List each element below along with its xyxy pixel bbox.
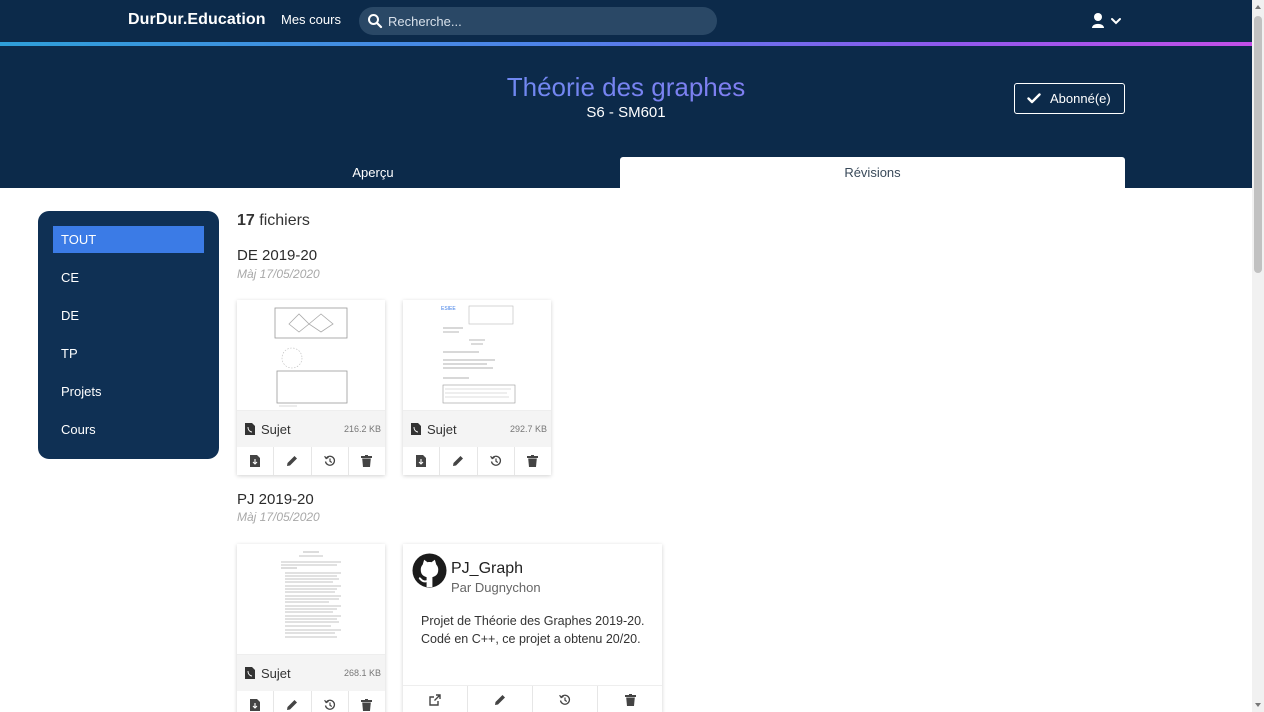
user-icon [1092, 13, 1121, 28]
file-card[interactable]: ESIEE Sujet 292.7 KB [403, 300, 551, 475]
download-button[interactable] [403, 447, 441, 475]
document-thumbnail[interactable] [237, 300, 385, 411]
repo-card[interactable]: PJ_Graph Par Dugnychon Projet de Théorie… [403, 544, 662, 712]
file-card[interactable]: Sujet 216.2 KB [237, 300, 385, 475]
pencil-icon [495, 694, 505, 705]
file-count-number: 17 [237, 212, 255, 229]
pdf-file-icon [245, 423, 255, 435]
course-header: Théorie des graphes S6 - SM601 Abonné(e)… [0, 46, 1252, 188]
delete-button[interactable] [349, 691, 385, 712]
sidebar-item-ce[interactable]: CE [53, 264, 204, 291]
download-icon [250, 699, 261, 711]
open-external-button[interactable] [403, 686, 468, 712]
edit-button[interactable] [274, 447, 312, 475]
delete-button[interactable] [598, 686, 662, 712]
vertical-scrollbar[interactable] [1252, 0, 1264, 712]
history-button[interactable] [478, 447, 515, 475]
document-thumbnail[interactable]: ESIEE [403, 300, 551, 411]
pencil-icon [287, 456, 298, 466]
sidebar-item-cours[interactable]: Cours [53, 416, 204, 443]
pdf-file-icon [411, 423, 421, 435]
file-size: 216.2 KB [343, 424, 381, 434]
history-button[interactable] [312, 691, 349, 712]
subscribe-button[interactable]: Abonné(e) [1014, 83, 1125, 114]
tab-revisions[interactable]: Révisions [620, 157, 1125, 188]
file-label: Sujet [261, 422, 291, 437]
subscribe-label: Abonné(e) [1050, 91, 1111, 106]
trash-icon [361, 455, 373, 467]
delete-button[interactable] [515, 447, 551, 475]
download-icon [250, 455, 261, 467]
file-size: 268.1 KB [343, 668, 381, 678]
brand-logo-text[interactable]: DurDur.Education [128, 11, 266, 29]
pencil-icon [287, 700, 298, 710]
top-navbar: DurDur.Education Mes cours [0, 0, 1252, 42]
search-icon [368, 14, 383, 29]
scrollbar-thumb[interactable] [1254, 16, 1262, 273]
delete-button[interactable] [349, 447, 385, 475]
document-thumbnail[interactable] [237, 544, 385, 655]
download-button[interactable] [237, 447, 275, 475]
history-icon [323, 455, 335, 466]
history-button[interactable] [533, 686, 598, 712]
history-icon [489, 455, 501, 466]
repo-description: Projet de Théorie des Graphes 2019-20. C… [421, 614, 645, 646]
repo-name[interactable]: PJ_Graph [451, 560, 523, 578]
file-size: 292.7 KB [509, 424, 547, 434]
file-card[interactable]: Sujet 268.1 KB [237, 544, 385, 712]
file-label: Sujet [261, 666, 291, 681]
section-title: DE 2019-20 [237, 247, 318, 264]
scroll-up-arrow-icon[interactable] [1254, 3, 1262, 11]
trash-icon [527, 455, 539, 467]
pdf-file-icon [245, 667, 255, 679]
file-label: Sujet [427, 422, 457, 437]
download-icon [416, 455, 427, 467]
edit-button[interactable] [468, 686, 533, 712]
file-count-label: fichiers [259, 212, 310, 229]
github-icon [412, 553, 447, 588]
trash-icon [361, 699, 373, 711]
history-icon [559, 694, 571, 705]
tab-apercu[interactable]: Aperçu [127, 157, 619, 188]
external-link-icon [429, 693, 441, 706]
svg-text:ESIEE: ESIEE [441, 306, 456, 312]
user-menu-button[interactable] [1090, 11, 1124, 31]
file-count: 17 fichiers [237, 212, 310, 230]
sidebar-item-tp[interactable]: TP [53, 340, 204, 367]
download-button[interactable] [237, 691, 275, 712]
trash-icon [624, 693, 636, 706]
history-button[interactable] [312, 447, 349, 475]
section-title: PJ 2019-20 [237, 491, 314, 508]
category-sidebar: TOUT CE DE TP Projets Cours [38, 211, 219, 459]
edit-button[interactable] [440, 447, 478, 475]
sidebar-item-tout[interactable]: TOUT [53, 226, 204, 253]
search-input[interactable] [388, 11, 708, 31]
sidebar-item-projets[interactable]: Projets [53, 378, 204, 405]
repo-author: Par Dugnychon [451, 580, 541, 595]
scroll-down-arrow-icon[interactable] [1254, 701, 1262, 709]
check-icon [1027, 93, 1041, 104]
history-icon [323, 699, 335, 710]
section-date: Màj 17/05/2020 [237, 267, 320, 281]
edit-button[interactable] [274, 691, 312, 712]
nav-my-courses[interactable]: Mes cours [281, 12, 341, 27]
pencil-icon [453, 456, 464, 466]
section-date: Màj 17/05/2020 [237, 510, 320, 524]
sidebar-item-de[interactable]: DE [53, 302, 204, 329]
search-bar[interactable] [359, 7, 717, 35]
